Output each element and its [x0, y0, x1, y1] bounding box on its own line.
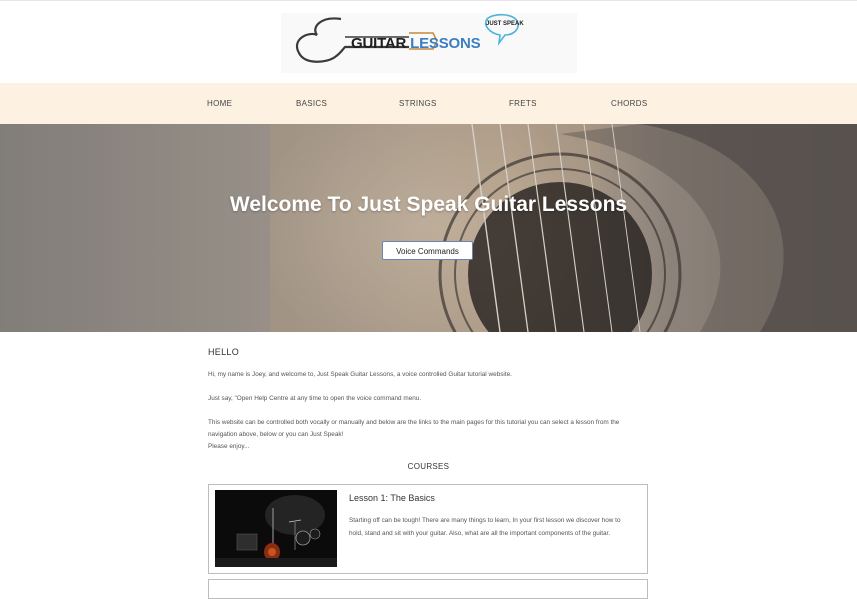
nav-item-home[interactable]: HOME: [207, 99, 232, 108]
logo-title-word-2: LESSONS: [410, 35, 481, 52]
nav-item-basics[interactable]: BASICS: [296, 99, 327, 108]
lesson-description: Starting off can be tough! There are man…: [349, 517, 621, 537]
logo-title-word-1: GUITAR: [351, 35, 407, 52]
site-header: GUITAR LESSONS JUST SPEAK: [0, 1, 857, 83]
logo-tagline: JUST SPEAK: [486, 21, 524, 27]
courses-heading: COURSES: [407, 462, 450, 471]
lesson-title[interactable]: Lesson 1: The Basics: [349, 493, 435, 503]
intro-paragraph-2: Just say, "Open Help Centre at any time …: [208, 395, 422, 402]
logo-title: GUITAR LESSONS: [351, 35, 481, 52]
hero-banner: Welcome To Just Speak Guitar Lessons: [0, 124, 857, 332]
speech-bubble-icon: [484, 13, 519, 46]
guitar-background-image: [0, 124, 857, 332]
main-nav: HOME BASICS STRINGS FRETS CHORDS: [0, 83, 857, 124]
nav-item-strings[interactable]: STRINGS: [399, 99, 437, 108]
voice-commands-button[interactable]: Voice Commands: [382, 241, 473, 260]
guitar-stage-image: [215, 490, 337, 567]
lesson-card[interactable]: Lesson 1: The Basics Starting off can be…: [208, 484, 648, 574]
nav-item-frets[interactable]: FRETS: [509, 99, 537, 108]
nav-item-chords[interactable]: CHORDS: [611, 99, 647, 108]
intro-paragraph-4: Please enjoy...: [208, 443, 250, 450]
intro-heading: HELLO: [208, 347, 240, 357]
intro-paragraph-3: This website can be controlled both voca…: [208, 419, 620, 438]
intro-paragraph-1: Hi, my name is Joey, and welcome to, Jus…: [208, 371, 512, 378]
lesson-card-next[interactable]: [208, 579, 648, 599]
site-logo[interactable]: GUITAR LESSONS JUST SPEAK: [281, 13, 577, 73]
hero-title: Welcome To Just Speak Guitar Lessons: [229, 193, 628, 216]
lesson-thumbnail[interactable]: [215, 490, 337, 567]
